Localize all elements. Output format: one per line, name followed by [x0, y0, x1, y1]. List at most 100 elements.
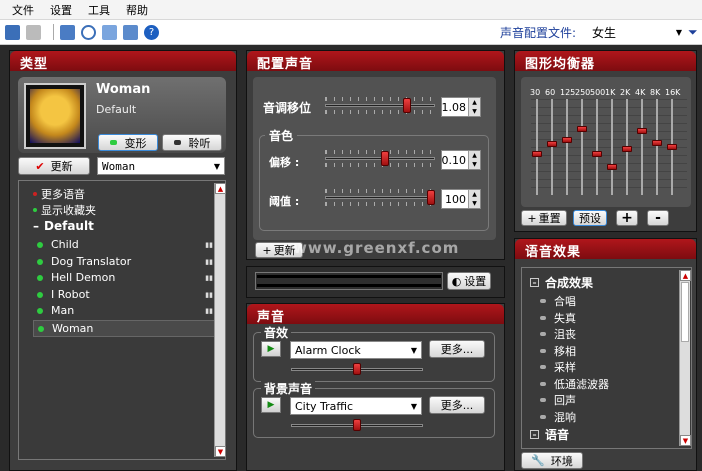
eq-band-thumb[interactable] — [667, 144, 677, 150]
offset-spinbox[interactable]: 0.10 ▲ ▼ — [441, 150, 481, 170]
list-item-label: Hell Demon — [51, 271, 116, 284]
spin-arrows-icon[interactable]: ▲ ▼ — [468, 190, 480, 208]
timer-icon[interactable] — [81, 24, 96, 40]
eq-band-thumb[interactable] — [547, 141, 557, 147]
slider-thumb[interactable] — [353, 363, 361, 375]
effects-group-synth[interactable]: – 合成效果 — [530, 274, 593, 291]
slider-thumb[interactable] — [353, 419, 361, 431]
eq-remove-button[interactable]: - — [647, 210, 669, 226]
play-effect-button[interactable]: ▶ — [261, 341, 281, 357]
offset-slider[interactable] — [325, 148, 435, 170]
collapse-icon: – — [33, 219, 39, 233]
eq-preset-button[interactable]: 预设 — [573, 210, 607, 226]
new-icon[interactable] — [5, 24, 20, 40]
menu-file[interactable]: 文件 — [4, 2, 42, 18]
threshold-spinbox[interactable]: 100 ▲ ▼ — [441, 189, 481, 209]
spin-arrows-icon[interactable]: ▲ ▼ — [468, 151, 480, 169]
effects-group-voice[interactable]: – 语音 — [530, 426, 569, 443]
effect-item[interactable]: 采样 — [540, 359, 576, 375]
eq-add-button[interactable]: + — [616, 210, 638, 226]
effect-icon — [540, 415, 546, 419]
menu-help[interactable]: 帮助 — [118, 2, 156, 18]
list-item-selected[interactable]: Woman — [33, 320, 215, 337]
eq-band-thumb[interactable] — [652, 140, 662, 146]
effect-item[interactable]: 沮丧 — [540, 326, 576, 342]
voice-select[interactable]: Woman ▼ — [97, 157, 225, 175]
slider-thumb[interactable] — [427, 190, 435, 205]
background-more-button[interactable]: 更多... — [429, 396, 485, 414]
effect-item[interactable]: 合唱 — [540, 293, 576, 309]
scroll-down-icon[interactable]: ▼ — [680, 435, 691, 446]
effect-label: 回声 — [554, 394, 576, 407]
scroll-up-icon[interactable]: ▲ — [215, 183, 226, 194]
eq-band-thumb[interactable] — [562, 137, 572, 143]
wave-icon[interactable] — [102, 24, 117, 40]
effect-more-button[interactable]: 更多... — [429, 340, 485, 358]
play-background-button[interactable]: ▶ — [261, 397, 281, 413]
list-item[interactable]: Man ▮▮ — [37, 304, 217, 317]
eq-band-track — [656, 99, 658, 195]
background-volume-slider[interactable] — [291, 419, 423, 431]
effect-item[interactable]: 失真 — [540, 310, 576, 326]
pitch-spinbox[interactable]: 1.08 ▲ ▼ — [441, 97, 481, 117]
list-item-show-favorites[interactable]: 显示收藏夹 — [33, 202, 96, 218]
scroll-up-icon[interactable]: ▲ — [680, 270, 691, 281]
threshold-slider[interactable] — [325, 187, 435, 209]
update-button-label: 更新 — [50, 160, 73, 173]
list-item[interactable]: Child ▮▮ — [37, 238, 217, 251]
list-group-default[interactable]: – Default — [33, 219, 94, 233]
effect-item[interactable]: 混响 — [540, 409, 576, 425]
eq-band-thumb[interactable] — [607, 164, 617, 170]
morph-button[interactable]: 变形 — [98, 134, 158, 151]
scroll-down-icon[interactable]: ▼ — [215, 446, 226, 457]
eq-band-thumb[interactable] — [622, 146, 632, 152]
list-scrollbar[interactable]: ▲ ▼ — [214, 183, 226, 457]
background-more-label: 更多... — [440, 399, 474, 412]
eq-grid-line — [531, 155, 687, 156]
slider-thumb[interactable] — [403, 98, 411, 113]
disk-icon[interactable] — [26, 24, 41, 40]
settings-button[interactable]: ◐ 设置 — [447, 272, 491, 290]
menu-settings[interactable]: 设置 — [42, 2, 80, 18]
effects-panel-header: 语音效果 — [515, 239, 696, 260]
eq-band-thumb[interactable] — [637, 128, 647, 134]
image-icon[interactable] — [123, 24, 138, 40]
effect-item[interactable]: 回声 — [540, 392, 576, 408]
update-button[interactable]: ✔ 更新 — [18, 157, 90, 175]
profile-label: 声音配置文件: — [500, 26, 577, 40]
spin-arrows-icon[interactable]: ▲ ▼ — [468, 98, 480, 116]
eq-preset-label: 预设 — [579, 212, 601, 225]
eq-reset-button[interactable]: + 重置 — [521, 210, 567, 226]
environment-button[interactable]: 🔧 环境 — [521, 452, 583, 469]
list-item[interactable]: Dog Translator ▮▮ — [37, 255, 217, 268]
eq-band-track — [551, 99, 553, 195]
slider-track — [325, 104, 435, 107]
profile-select[interactable]: 女生 ▼ — [588, 22, 686, 42]
voice-name: Woman — [96, 82, 151, 97]
effect-icon — [540, 365, 546, 369]
listen-button[interactable]: 聆听 — [162, 134, 222, 151]
eq-band-thumb[interactable] — [577, 126, 587, 132]
list-item[interactable]: I Robot ▮▮ — [37, 288, 217, 301]
effects-scrollbar[interactable]: ▲ ▼ — [679, 270, 691, 446]
eq-band-thumb[interactable] — [592, 151, 602, 157]
effect-item[interactable]: 低通滤波器 — [540, 376, 609, 392]
effect-volume-slider[interactable] — [291, 363, 423, 375]
list-item[interactable]: Hell Demon ▮▮ — [37, 271, 217, 284]
menu-tools[interactable]: 工具 — [80, 2, 118, 18]
list-item-more-voices[interactable]: 更多语音 — [33, 186, 85, 202]
eq-band-thumb[interactable] — [532, 151, 542, 157]
filter-icon[interactable]: ⏷ — [688, 25, 698, 40]
pitch-slider[interactable] — [325, 95, 435, 117]
scroll-thumb[interactable] — [681, 282, 689, 342]
effect-item[interactable]: 移相 — [540, 343, 576, 359]
background-select[interactable]: City Traffic ▼ — [290, 397, 422, 415]
led-icon — [109, 140, 117, 145]
eq-grid-line — [531, 115, 687, 116]
export-icon[interactable] — [60, 24, 75, 40]
effect-select[interactable]: Alarm Clock ▼ — [290, 341, 422, 359]
slider-thumb[interactable] — [381, 151, 389, 166]
eq-band-label: 125 — [560, 88, 576, 97]
effects-group-title: 音效 — [261, 324, 292, 341]
help-icon[interactable]: ? — [144, 24, 159, 40]
